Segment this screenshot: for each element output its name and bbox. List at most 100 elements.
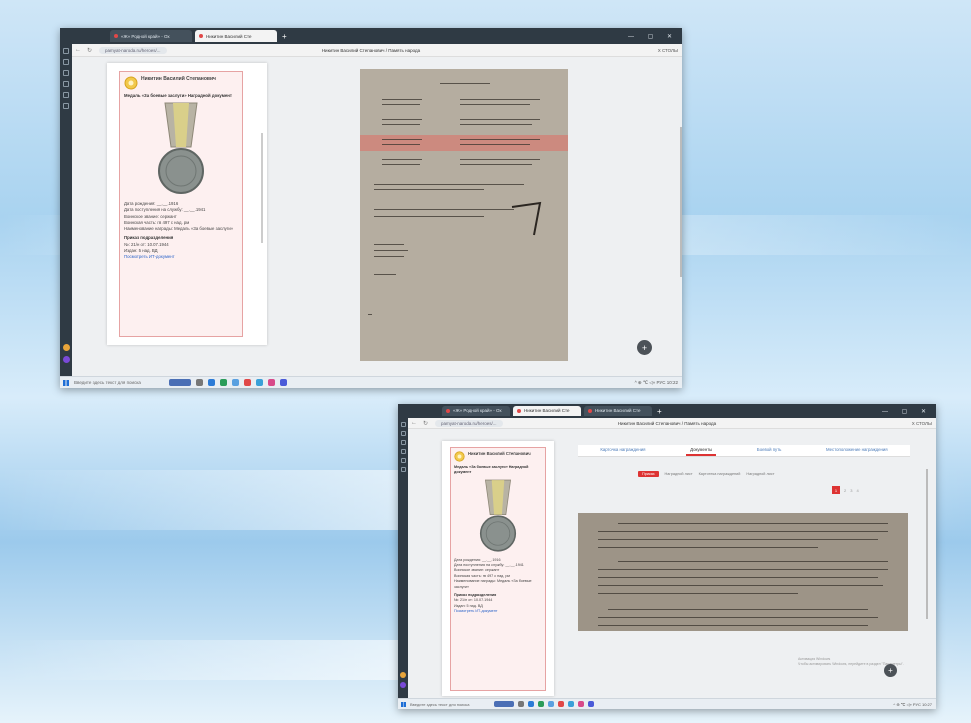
avatar[interactable] <box>62 356 70 363</box>
taskbar-app-icon[interactable] <box>568 701 574 707</box>
taskbar-app-icon[interactable] <box>268 379 275 386</box>
award-card: Никитин Василий Степанович Медаль «За бо… <box>442 441 554 696</box>
add-tab-icon[interactable]: + <box>657 407 662 416</box>
award-panel: Никитин Василий Степанович Медаль «За бо… <box>119 71 243 337</box>
taskbar-app-icon[interactable] <box>528 701 534 707</box>
award-card: Никитин Василий Степанович Медаль «За бо… <box>107 63 267 345</box>
award-title: Медаль «За боевые заслуги» Наградной док… <box>124 93 232 98</box>
avatar[interactable] <box>62 344 70 351</box>
sidebar-app-icon[interactable] <box>63 59 69 65</box>
taskbar-app-icon[interactable] <box>538 701 544 707</box>
document-scrollbar[interactable] <box>926 469 928 619</box>
taskbar-app-icon[interactable] <box>196 379 203 386</box>
browser-tab-active[interactable]: Никитин Василий Сте <box>195 30 277 42</box>
browser-titlebar: «Ж» Родной край» - Ох Никитин Василий Ст… <box>60 28 682 44</box>
address-bar: Никитин Василий Степанович / Память наро… <box>60 44 682 57</box>
page-content: Никитин Василий Степанович Медаль «За бо… <box>72 57 682 376</box>
medal-image <box>158 102 204 195</box>
browser-tab[interactable]: «Ж» Родной край» - Ох <box>442 406 510 416</box>
document-tabs: Карточка награждения Документы Боевой пу… <box>578 445 910 457</box>
taskbar-app-icon[interactable] <box>494 701 514 707</box>
browser-tab[interactable]: «Ж» Родной край» - Ох <box>110 30 192 42</box>
taskbar-app-icon[interactable] <box>578 701 584 707</box>
taskbar-search[interactable]: Введите здесь текст для поиска <box>410 702 490 707</box>
view-document-link[interactable]: Посмотреть ИТ-документ <box>124 254 238 260</box>
system-tray[interactable]: ^ ⊕ ℃ ◁» РУС 10:27 <box>893 702 932 707</box>
page-title: Никитин Василий Степанович / Память наро… <box>321 47 421 53</box>
award-panel: Никитин Василий Степанович Медаль «За бо… <box>450 447 546 691</box>
page-button[interactable]: 2 <box>844 488 846 493</box>
taskbar-app-icon[interactable] <box>548 701 554 707</box>
person-name: Никитин Василий Степанович <box>141 76 216 82</box>
detail-award-name: Наименование награды: Медаль «За боевые … <box>454 579 532 589</box>
archive-document-scan[interactable] <box>578 513 908 631</box>
taskbar-app-icon[interactable] <box>220 379 227 386</box>
person-name: Никитин Василий Степанович <box>468 451 531 456</box>
tab-favicon-icon <box>588 408 592 413</box>
signature-mark <box>511 201 542 236</box>
windows-icon[interactable] <box>63 379 69 386</box>
sidebar-app-icon[interactable] <box>400 449 406 454</box>
browser-tab[interactable]: Никитин Василий Сте <box>584 406 652 416</box>
tab-favicon-icon <box>446 408 450 413</box>
card-scrollbar[interactable] <box>261 133 263 243</box>
plus-icon[interactable]: + <box>884 664 897 677</box>
medal-icon <box>454 451 465 462</box>
tab-award-location[interactable]: Местоположение награждения <box>822 445 892 456</box>
tab-award-card[interactable]: Карточка награждения <box>596 445 649 456</box>
page-title: Никитин Василий Степанович / Память наро… <box>617 420 717 426</box>
taskbar-search[interactable]: Введите здесь текст для поиска <box>74 380 164 385</box>
avatar[interactable] <box>400 672 406 678</box>
tab-documents[interactable]: Документы <box>686 445 717 456</box>
taskbar-app-icon[interactable] <box>588 701 594 707</box>
award-title: Медаль «За боевые заслуги» Наградной док… <box>454 465 529 475</box>
add-tab-icon[interactable]: + <box>282 32 287 41</box>
taskbar-app-icon[interactable] <box>244 379 251 386</box>
windows-icon[interactable] <box>401 701 406 707</box>
view-document-link[interactable]: Посмотреть ИТ-документ <box>454 609 542 614</box>
pagination: 1 2 3 4 <box>832 486 859 494</box>
tab-favicon-icon <box>199 34 203 38</box>
page-button[interactable]: 4 <box>856 488 858 493</box>
browser-titlebar: «Ж» Родной край» - Ох Никитин Василий Ст… <box>398 404 936 418</box>
tab-favicon-icon <box>517 408 521 413</box>
document-scrollbar[interactable] <box>680 127 682 277</box>
window-controls[interactable]: — ▢ ✕ <box>628 33 682 40</box>
page-content: Никитин Василий Степанович Медаль «За бо… <box>408 429 936 698</box>
sidebar-app-icon[interactable] <box>400 431 406 436</box>
sidebar-app-icon[interactable] <box>63 81 69 87</box>
chip-order[interactable]: Приказ <box>638 471 659 477</box>
screenshot-1: «Ж» Родной край» - Ох Никитин Василий Ст… <box>60 28 682 388</box>
taskbar-app-icon[interactable] <box>232 379 239 386</box>
chip-award-index[interactable]: Картотека награждений <box>699 472 741 476</box>
sidebar-app-icon[interactable] <box>63 70 69 76</box>
taskbar-app-icon[interactable] <box>518 701 524 707</box>
chip-award-sheet[interactable]: Наградной лист <box>665 472 693 476</box>
sidebar-app-icon[interactable] <box>400 458 406 463</box>
sidebar-app-icon[interactable] <box>63 92 69 98</box>
taskbar-app-icon[interactable] <box>169 379 191 386</box>
page-button[interactable]: 3 <box>850 488 852 493</box>
taskbar-app-icon[interactable] <box>558 701 564 707</box>
browser-sidebar <box>398 418 408 698</box>
chip-award-sheet-2[interactable]: Наградной лист <box>746 472 774 476</box>
windows-taskbar: Введите здесь текст для поиска ^ ⊕ ℃ ◁» … <box>60 376 682 388</box>
system-tray[interactable]: ^ ⊕ ℃ ◁» РУС 10:22 <box>635 380 678 386</box>
sidebar-app-icon[interactable] <box>400 422 406 427</box>
medal-icon <box>124 76 138 90</box>
browser-tab-active[interactable]: Никитин Василий Сте <box>513 406 581 416</box>
sidebar-app-icon[interactable] <box>63 103 69 109</box>
archive-document-scan[interactable] <box>360 69 568 361</box>
taskbar-app-icon[interactable] <box>280 379 287 386</box>
sidebar-app-icon[interactable] <box>400 440 406 445</box>
windows-taskbar: Введите здесь текст для поиска ^ ⊕ ℃ ◁» … <box>398 698 936 709</box>
sidebar-app-icon[interactable] <box>400 467 406 472</box>
window-controls[interactable]: — ▢ ✕ <box>882 408 936 415</box>
plus-icon[interactable]: + <box>637 340 652 355</box>
sidebar-app-icon[interactable] <box>63 48 69 54</box>
avatar[interactable] <box>400 682 406 688</box>
taskbar-app-icon[interactable] <box>208 379 215 386</box>
page-button-current[interactable]: 1 <box>832 486 840 494</box>
taskbar-app-icon[interactable] <box>256 379 263 386</box>
tab-combat-path[interactable]: Боевой путь <box>753 445 786 456</box>
